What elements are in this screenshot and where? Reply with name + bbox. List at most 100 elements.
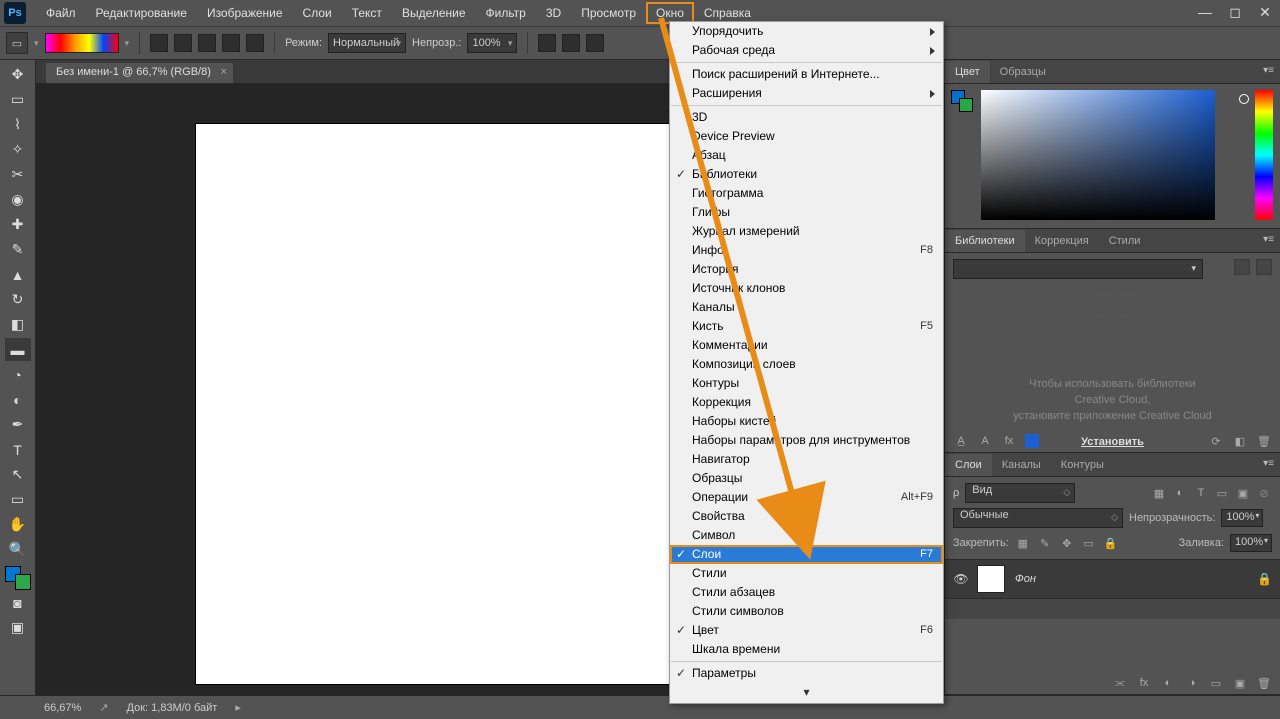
marquee-tool-icon[interactable]: ▭ bbox=[5, 88, 31, 111]
filter-smart-icon[interactable]: ▣ bbox=[1235, 486, 1251, 500]
gradient-radial-icon[interactable] bbox=[174, 34, 192, 52]
gradient-tool-icon[interactable]: ▬ bbox=[5, 338, 31, 361]
menu-item-текст[interactable]: Текст bbox=[342, 2, 392, 24]
tab-channels[interactable]: Каналы bbox=[992, 454, 1051, 476]
layer-kind-select[interactable]: Вид bbox=[965, 483, 1075, 503]
tab-layers[interactable]: Слои bbox=[945, 454, 992, 476]
char-icon[interactable]: A̲ bbox=[953, 434, 969, 448]
lock-paint-icon[interactable]: ✎ bbox=[1037, 536, 1053, 550]
minimize-icon[interactable]: — bbox=[1196, 4, 1214, 20]
menu-entry[interactable]: Абзац bbox=[670, 146, 943, 165]
menu-entry[interactable]: Упорядочить bbox=[670, 22, 943, 41]
menu-entry[interactable]: Параметры bbox=[670, 664, 943, 683]
quick-mask-icon[interactable]: ◙ bbox=[5, 591, 31, 614]
menu-entry[interactable]: КистьF5 bbox=[670, 317, 943, 336]
blur-tool-icon[interactable]: ◔ bbox=[5, 363, 31, 386]
menu-entry[interactable]: Каналы bbox=[670, 298, 943, 317]
blend-mode-select[interactable]: Нормальный bbox=[328, 33, 406, 53]
dodge-tool-icon[interactable]: ◐ bbox=[5, 388, 31, 411]
eraser-tool-icon[interactable]: ◧ bbox=[5, 313, 31, 336]
fill-input[interactable]: 100% bbox=[1230, 534, 1272, 552]
menu-entry[interactable]: Стили абзацев bbox=[670, 583, 943, 602]
gradient-linear-icon[interactable] bbox=[150, 34, 168, 52]
gradient-diamond-icon[interactable] bbox=[246, 34, 264, 52]
menu-entry[interactable]: Библиотеки bbox=[670, 165, 943, 184]
lock-trans-icon[interactable]: ▦ bbox=[1015, 536, 1031, 550]
menu-entry[interactable]: Композиции слоев bbox=[670, 355, 943, 374]
adjustment-layer-icon[interactable]: ◑ bbox=[1184, 676, 1200, 690]
menu-entry[interactable]: СлоиF7 bbox=[670, 545, 943, 564]
menu-scroll-down-icon[interactable]: ▾ bbox=[670, 683, 943, 703]
menu-entry[interactable]: 3D bbox=[670, 108, 943, 127]
menu-entry[interactable]: Наборы кистей bbox=[670, 412, 943, 431]
layer-fx-icon[interactable]: fx bbox=[1136, 676, 1152, 690]
menu-entry[interactable]: Шкала времени bbox=[670, 640, 943, 659]
visibility-icon[interactable]: 👁 bbox=[953, 571, 969, 587]
menu-item-выделение[interactable]: Выделение bbox=[392, 2, 476, 24]
layer-thumbnail[interactable] bbox=[977, 565, 1005, 593]
doc-info[interactable]: Док: 1,83M/0 байт bbox=[127, 702, 218, 714]
crop-tool-icon[interactable]: ✂ bbox=[5, 163, 31, 186]
dither-icon[interactable] bbox=[562, 34, 580, 52]
zoom-arrow-icon[interactable]: ↗ bbox=[99, 701, 108, 714]
tool-preset-icon[interactable]: ▭ bbox=[6, 32, 28, 54]
transparency-icon[interactable] bbox=[586, 34, 604, 52]
menu-entry[interactable]: Стили bbox=[670, 564, 943, 583]
reverse-icon[interactable] bbox=[538, 34, 556, 52]
color-field[interactable] bbox=[981, 90, 1215, 220]
menu-entry[interactable]: ОперацииAlt+F9 bbox=[670, 488, 943, 507]
screen-mode-icon[interactable]: ▣ bbox=[5, 616, 31, 639]
info-arrow-icon[interactable]: ▸ bbox=[235, 701, 241, 714]
heal-tool-icon[interactable]: ✚ bbox=[5, 213, 31, 236]
menu-item-файл[interactable]: Файл bbox=[36, 2, 86, 24]
sync-icon[interactable]: ⟳ bbox=[1208, 434, 1224, 448]
tab-styles[interactable]: Стили bbox=[1099, 230, 1151, 252]
menu-entry[interactable]: Свойства bbox=[670, 507, 943, 526]
menu-entry[interactable]: ИнфоF8 bbox=[670, 241, 943, 260]
history-brush-tool-icon[interactable]: ↻ bbox=[5, 288, 31, 311]
panel-menu-icon[interactable]: ▾≡ bbox=[1263, 65, 1274, 76]
opacity-input[interactable]: 100% bbox=[1221, 509, 1263, 527]
pen-tool-icon[interactable]: ✒ bbox=[5, 413, 31, 436]
menu-entry[interactable]: История bbox=[670, 260, 943, 279]
stamp-tool-icon[interactable]: ▲ bbox=[5, 263, 31, 286]
filter-toggle-icon[interactable]: ⊘ bbox=[1256, 486, 1272, 500]
link-layers-icon[interactable]: ⫘ bbox=[1112, 676, 1128, 690]
menu-entry[interactable]: Рабочая среда bbox=[670, 41, 943, 60]
menu-item-редактирование[interactable]: Редактирование bbox=[86, 2, 197, 24]
menu-entry[interactable]: Образцы bbox=[670, 469, 943, 488]
lock-all-icon[interactable]: 🔒 bbox=[1103, 536, 1119, 550]
group-icon[interactable]: ▭ bbox=[1208, 676, 1224, 690]
menu-item-3d[interactable]: 3D bbox=[536, 2, 571, 24]
zoom-level[interactable]: 66,67% bbox=[44, 702, 81, 714]
menu-entry[interactable]: Поиск расширений в Интернете... bbox=[670, 65, 943, 84]
document-tab[interactable]: Без имени-1 @ 66,7% (RGB/8) × bbox=[46, 63, 233, 83]
cc-icon[interactable]: ◧ bbox=[1232, 434, 1248, 448]
menu-entry[interactable]: Навигатор bbox=[670, 450, 943, 469]
filter-pixel-icon[interactable]: ▦ bbox=[1151, 486, 1167, 500]
menu-item-фильтр[interactable]: Фильтр bbox=[476, 2, 536, 24]
filter-adjust-icon[interactable]: ◐ bbox=[1172, 486, 1188, 500]
hue-slider[interactable] bbox=[1255, 90, 1273, 220]
brush-tool-icon[interactable]: ✎ bbox=[5, 238, 31, 261]
tab-adjustments[interactable]: Коррекция bbox=[1025, 230, 1099, 252]
menu-item-изображение[interactable]: Изображение bbox=[197, 2, 293, 24]
maximize-icon[interactable]: ◻ bbox=[1226, 4, 1244, 20]
gradient-reflected-icon[interactable] bbox=[222, 34, 240, 52]
layer-mask-icon[interactable]: ◐ bbox=[1160, 676, 1176, 690]
opacity-select[interactable]: 100% bbox=[467, 33, 517, 53]
lock-pos-icon[interactable]: ✥ bbox=[1059, 536, 1075, 550]
menu-entry[interactable]: Источник клонов bbox=[670, 279, 943, 298]
library-select[interactable] bbox=[953, 259, 1203, 279]
hand-tool-icon[interactable]: ✋ bbox=[5, 513, 31, 536]
menu-item-просмотр[interactable]: Просмотр bbox=[571, 2, 646, 24]
close-icon[interactable]: ✕ bbox=[1256, 4, 1274, 20]
menu-entry[interactable]: Коррекция bbox=[670, 393, 943, 412]
tab-libraries[interactable]: Библиотеки bbox=[945, 230, 1025, 252]
filter-shape-icon[interactable]: ▭ bbox=[1214, 486, 1230, 500]
zoom-tool-icon[interactable]: 🔍 bbox=[5, 538, 31, 561]
menu-entry[interactable]: Контуры bbox=[670, 374, 943, 393]
tab-color[interactable]: Цвет bbox=[945, 61, 990, 83]
panel-menu-icon[interactable]: ▾≡ bbox=[1263, 458, 1274, 469]
tab-paths[interactable]: Контуры bbox=[1051, 454, 1114, 476]
